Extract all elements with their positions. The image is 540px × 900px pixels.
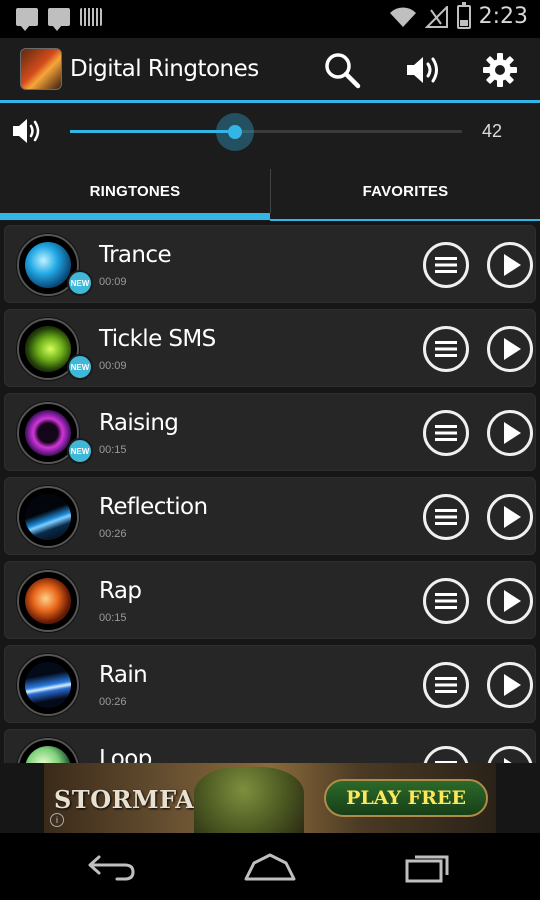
search-icon [325,53,361,89]
wifi-icon [389,6,416,27]
play-icon [504,590,521,612]
ad-info-icon[interactable]: i [50,813,64,827]
battery-icon [456,1,471,29]
list-item[interactable]: Rain 00:26 [4,645,536,723]
menu-button[interactable] [423,494,469,540]
app-title: Digital Ringtones [70,56,259,82]
play-button[interactable] [487,242,533,288]
volume-button[interactable] [404,50,444,90]
settings-button[interactable] [480,50,520,90]
recents-icon [405,855,449,883]
play-button[interactable] [487,746,533,763]
home-icon [244,853,296,881]
search-button[interactable] [322,50,362,90]
ringtone-artwork [17,654,79,716]
new-badge: NEW [67,438,93,464]
chat-bubble-icon [16,8,38,31]
list-item[interactable]: Loop [4,729,536,763]
volume-row: 42 [0,103,540,161]
ringtone-duration: 00:26 [99,696,127,708]
volume-value: 42 [482,121,503,141]
play-icon [504,338,521,360]
new-badge: NEW [67,354,93,380]
volume-slider-fill [70,130,235,133]
cell-signal-icon [424,5,448,28]
tab-ringtones[interactable]: RINGTONES [0,161,270,221]
menu-button[interactable] [423,578,469,624]
status-bar: 2:23 [0,0,540,38]
play-icon [504,674,521,696]
notification-icons [16,8,102,31]
app-logo-icon [20,48,62,90]
recents-button[interactable] [398,847,458,887]
barcode-icon [80,8,102,26]
ringtone-name: Rain [99,662,148,688]
menu-button[interactable] [423,410,469,456]
tab-favorites[interactable]: FAVORITES [271,161,540,221]
back-icon [88,855,135,881]
tab-bar: RINGTONES FAVORITES [0,161,540,221]
ringtone-duration: 00:26 [99,528,127,540]
ringtone-duration: 00:09 [99,276,127,288]
ringtone-list[interactable]: NEW Trance 00:09 NEW Tickle SMS 00:09 NE… [0,221,540,763]
settings-icon [483,53,517,87]
list-item[interactable]: Rap 00:15 [4,561,536,639]
volume-slider[interactable] [70,113,462,151]
ringtone-name: Rap [99,578,142,604]
menu-icon [435,425,457,441]
home-button[interactable] [240,847,300,887]
menu-icon [435,341,457,357]
menu-button[interactable] [423,746,469,763]
menu-button[interactable] [423,662,469,708]
back-button[interactable] [82,847,142,887]
play-icon [504,422,521,444]
ringtone-name: Trance [99,242,172,268]
menu-icon [435,509,457,525]
app-bar: Digital Ringtones [0,38,540,100]
ringtone-artwork [17,738,79,763]
menu-button[interactable] [423,242,469,288]
ad-character-image [194,767,304,833]
play-button[interactable] [487,578,533,624]
ringtone-duration: 00:15 [99,444,127,456]
ringtone-name: Reflection [99,494,208,520]
menu-button[interactable] [423,326,469,372]
play-button[interactable] [487,662,533,708]
navigation-bar [0,833,540,900]
play-icon [504,254,521,276]
ringtone-name: Loop [99,746,152,763]
play-icon [504,506,521,528]
list-item[interactable]: NEW Trance 00:09 [4,225,536,303]
tab-selected-indicator [0,213,270,220]
play-button[interactable] [487,494,533,540]
ringtone-name: Raising [99,410,179,436]
ringtone-artwork [17,570,79,632]
ringtone-artwork [17,486,79,548]
list-item[interactable]: NEW Raising 00:15 [4,393,536,471]
ringtone-name: Tickle SMS [99,326,216,352]
menu-icon [435,593,457,609]
ad-banner[interactable]: STORMFALL PLAY FREE i [44,763,496,833]
list-item[interactable]: Reflection 00:26 [4,477,536,555]
play-button[interactable] [487,326,533,372]
ad-play-free-button[interactable]: PLAY FREE [324,779,488,817]
volume-icon [407,57,438,83]
list-item[interactable]: NEW Tickle SMS 00:09 [4,309,536,387]
new-badge: NEW [67,270,93,296]
menu-icon [435,257,457,273]
system-icons: 2:23 [389,1,528,29]
clock: 2:23 [478,4,528,29]
play-button[interactable] [487,410,533,456]
ringtone-duration: 00:09 [99,360,127,372]
volume-slider-thumb[interactable] [215,113,254,151]
chat-bubble-icon [48,8,70,31]
volume-icon [13,119,40,143]
menu-icon [435,677,457,693]
ringtone-duration: 00:15 [99,612,127,624]
